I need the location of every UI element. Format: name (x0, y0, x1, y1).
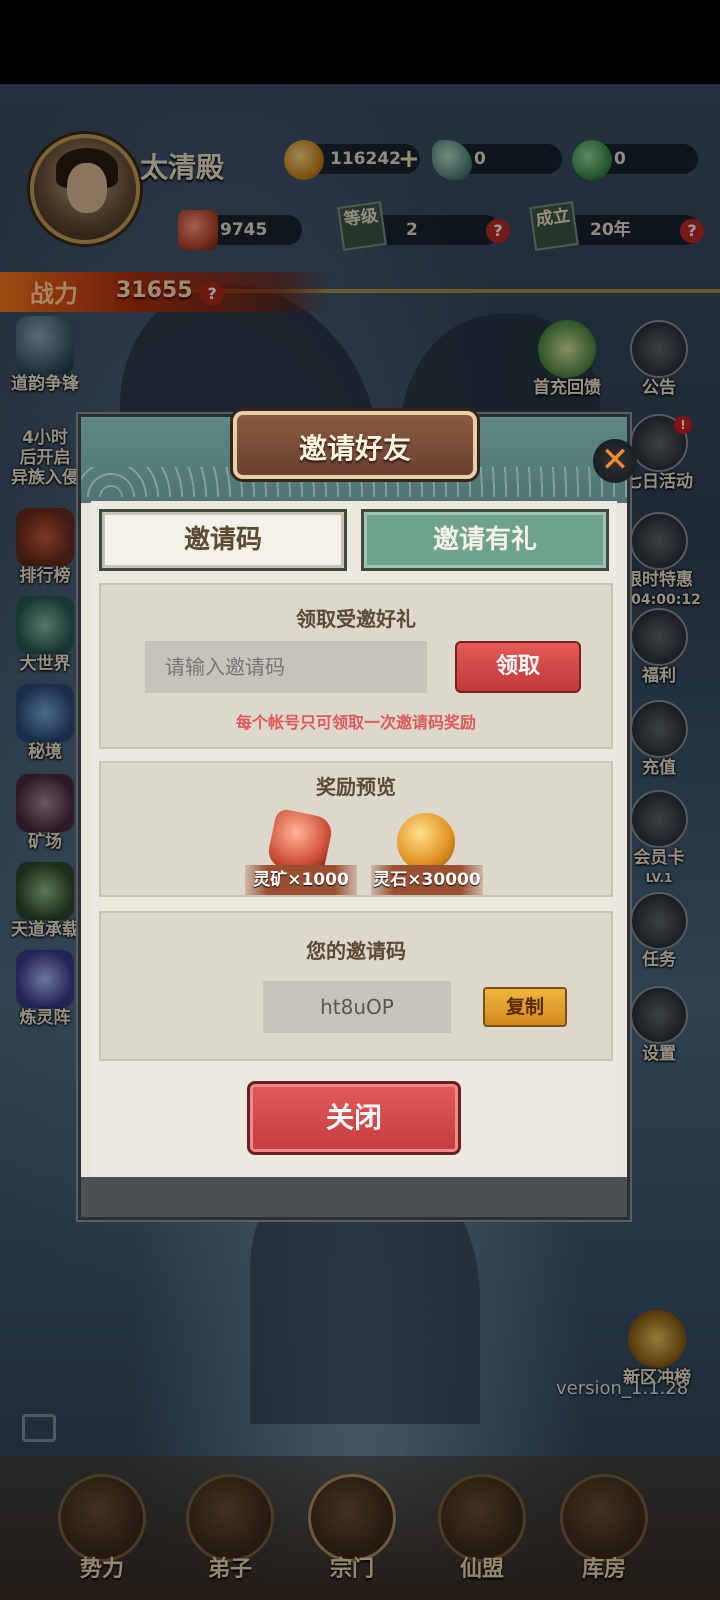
reward-ore-label: 灵矿×1000 (245, 865, 357, 895)
tab-invite-gift[interactable]: 邀请有礼 (361, 509, 609, 571)
claim-button[interactable]: 领取 (455, 641, 581, 693)
reward-spirit-stone-label: 灵石×30000 (371, 865, 483, 895)
reward-item-spirit-stone: 灵石×30000 (371, 813, 483, 895)
redeem-note: 每个帐号只可领取一次邀请码奖励 (235, 713, 476, 732)
reward-preview-panel: 奖励预览 灵矿×1000 灵石×30000 (99, 761, 613, 897)
copy-button[interactable]: 复制 (483, 987, 567, 1027)
reward-preview-title: 奖励预览 (316, 775, 396, 799)
my-code-title: 您的邀请码 (306, 939, 406, 963)
my-invite-code: ht8uOP (263, 981, 451, 1033)
close-icon[interactable]: ✕ (593, 439, 637, 483)
my-invite-code-panel: 您的邀请码 ht8uOP 复制 (99, 911, 613, 1061)
close-button[interactable]: 关闭 (247, 1081, 461, 1155)
reward-item-ore: 灵矿×1000 (245, 807, 357, 895)
modal-title: 邀请好友 (298, 432, 411, 465)
redeem-title: 领取受邀好礼 (296, 607, 416, 631)
modal-title-plate: 邀请好友 (233, 411, 477, 479)
redeem-panel: 领取受邀好礼 领取 每个帐号只可领取一次邀请码奖励 (99, 583, 613, 749)
spirit-stone-icon (397, 813, 455, 871)
tab-invite-code[interactable]: 邀请码 (99, 509, 347, 571)
invite-friends-modal: 邀请好友 ✕ 邀请码 邀请有礼 领取受邀好礼 领取 每个帐号只可领取一次邀请码奖… (78, 411, 637, 1220)
invite-code-input[interactable] (145, 641, 427, 693)
modal-footer-strip (81, 1177, 627, 1217)
